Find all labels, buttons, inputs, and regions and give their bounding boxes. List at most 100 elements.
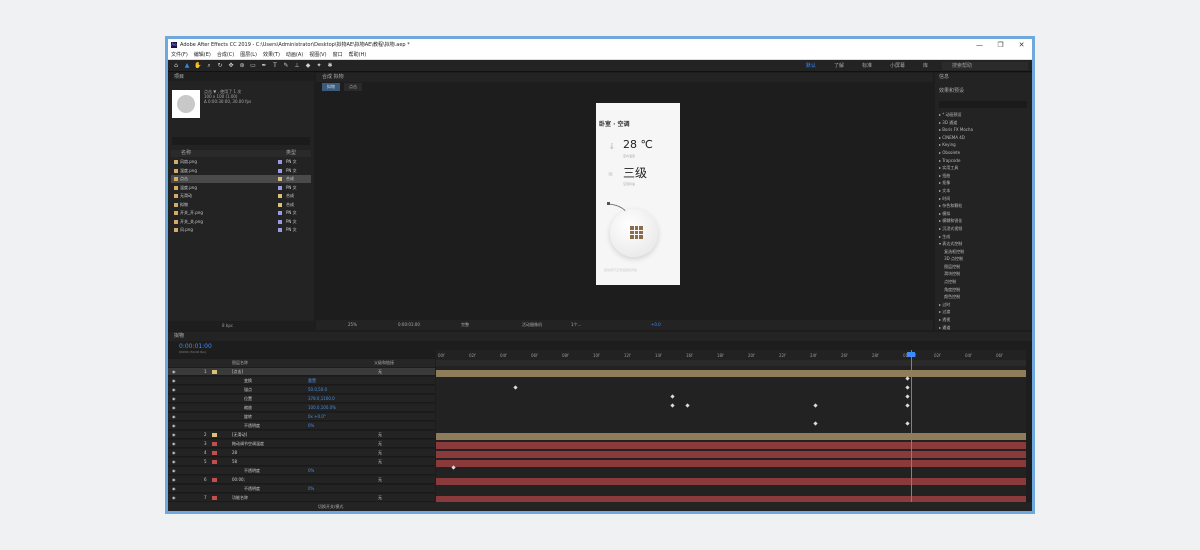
clone-tool-icon[interactable]: ⊥ xyxy=(293,62,301,70)
roto-tool-icon[interactable]: ✦ xyxy=(315,62,323,70)
track-bar[interactable] xyxy=(436,487,1026,494)
effects-list-item[interactable]: ▸ 抠像 xyxy=(939,179,973,187)
time-ruler[interactable]: 00f 02f 04f 06f 08f 10f 12f 14f 16f 18f 20f 22f 24f 2… xyxy=(436,350,1026,360)
layer-name[interactable]: 不透明度 xyxy=(244,485,260,493)
visibility-icon[interactable]: ◉ xyxy=(172,494,176,502)
effects-list-item[interactable]: ▸ 模拟 xyxy=(939,210,973,218)
effects-list-item[interactable]: ▸ * 动画预设 xyxy=(939,111,973,119)
project-item[interactable]: 拟物 合成 xyxy=(171,201,311,209)
layer-value[interactable]: 0% xyxy=(308,467,314,475)
layer-name[interactable]: 不透明度 xyxy=(244,467,260,475)
layer-value[interactable]: 无 xyxy=(378,368,382,376)
layer-label-color[interactable] xyxy=(212,442,217,446)
layer-row[interactable]: ◉ 4 28 无 xyxy=(168,449,435,457)
menu-effect[interactable]: 效果(T) xyxy=(263,51,280,58)
layer-row[interactable]: ◉ 6 00:00; 无 xyxy=(168,476,435,484)
layer-value[interactable]: 0% xyxy=(308,422,314,430)
brush-tool-icon[interactable]: ✎ xyxy=(282,62,290,70)
effects-search-input[interactable] xyxy=(939,101,1027,108)
composition-tab[interactable]: 合成 拟物 xyxy=(316,73,933,82)
menu-layer[interactable]: 图层(L) xyxy=(240,51,257,58)
col-layer-name[interactable]: 图层名称 xyxy=(232,359,248,367)
track-bar[interactable] xyxy=(436,433,1026,440)
resolution-select[interactable]: 完整 xyxy=(461,320,469,330)
home-icon[interactable]: ⌂ xyxy=(172,62,180,70)
label-color[interactable] xyxy=(278,219,282,224)
layer-name[interactable]: 拖动调节空调温度 xyxy=(232,440,264,448)
track-bar[interactable] xyxy=(436,469,1026,476)
property-row[interactable]: ◉ 旋转 0x +0.0° xyxy=(168,413,435,421)
col-type[interactable]: 类型 xyxy=(286,150,296,157)
effects-list-item[interactable]: ▾ 表达式控制 xyxy=(939,240,973,248)
eraser-tool-icon[interactable]: ◆ xyxy=(304,62,312,70)
layer-value[interactable]: 无 xyxy=(378,431,382,439)
property-row[interactable]: ◉ 位置 378.0,1160.0 xyxy=(168,395,435,403)
subtab-click[interactable]: 点击 xyxy=(344,83,362,91)
zoom-tool-icon[interactable]: ⌕ xyxy=(205,62,213,70)
visibility-icon[interactable]: ◉ xyxy=(172,404,176,412)
label-color[interactable] xyxy=(278,168,282,173)
layer-name[interactable]: 00:00; xyxy=(232,476,245,484)
project-item[interactable]: 温度.png PN 文 xyxy=(171,184,311,192)
effects-list-item[interactable]: ▸ 沉浸式视频 xyxy=(939,225,973,233)
workspace-libraries[interactable]: 库 xyxy=(914,60,937,72)
workspace-standard[interactable]: 标准 xyxy=(853,60,881,72)
layer-value[interactable]: 0% xyxy=(308,485,314,493)
track-bar[interactable] xyxy=(436,424,1026,431)
layer-name[interactable]: 变换 xyxy=(244,377,252,385)
effects-list-item[interactable]: ▸ 时间 xyxy=(939,195,973,203)
effects-list-item[interactable]: ▸ 生成 xyxy=(939,233,973,241)
visibility-icon[interactable]: ◉ xyxy=(172,485,176,493)
layer-value[interactable]: 无 xyxy=(378,458,382,466)
effects-list-item[interactable]: 颜色控制 xyxy=(939,293,973,301)
track-bar[interactable] xyxy=(436,388,1026,395)
pan-behind-tool-icon[interactable]: ⊛ xyxy=(238,62,246,70)
layer-name[interactable]: 不透明度 xyxy=(244,422,260,430)
effects-list-item[interactable]: ▸ 通道 xyxy=(939,324,973,332)
layer-value[interactable]: 378.0,1160.0 xyxy=(308,395,335,403)
project-item[interactable]: 开关_关.png PN 文 xyxy=(171,218,311,226)
project-tab[interactable]: 项目 xyxy=(168,73,314,81)
effects-list-item[interactable]: ▸ 扭曲 xyxy=(939,172,973,180)
menu-file[interactable]: 文件(F) xyxy=(171,51,188,58)
views-select[interactable]: 1个... xyxy=(571,320,581,330)
layer-value[interactable]: 100.0,100.0% xyxy=(308,404,336,412)
track-bar[interactable] xyxy=(436,379,1026,386)
layer-label-color[interactable] xyxy=(212,460,217,464)
project-item[interactable]: 无滑动 合成 xyxy=(171,192,311,200)
selection-tool-icon[interactable]: ▲ xyxy=(183,62,191,70)
track-bar[interactable] xyxy=(436,406,1026,413)
timeline-timecode[interactable]: 0:00:01:00 xyxy=(179,343,212,350)
layer-value[interactable]: 无 xyxy=(378,494,382,502)
label-color[interactable] xyxy=(278,194,282,198)
col-name[interactable]: 名称 xyxy=(181,150,191,157)
pen-tool-icon[interactable]: ✒ xyxy=(260,62,268,70)
camera-select[interactable]: 活动摄像机 xyxy=(522,320,542,330)
property-row[interactable]: ◉ 缩放 100.0,100.0% xyxy=(168,404,435,412)
layer-label-color[interactable] xyxy=(212,496,217,500)
effects-list-item[interactable]: ▸ 实用工具 xyxy=(939,164,973,172)
menu-view[interactable]: 视图(V) xyxy=(309,51,326,58)
menu-edit[interactable]: 编辑(E) xyxy=(194,51,211,58)
layer-value[interactable]: 重置 xyxy=(308,377,316,385)
layer-row[interactable]: ◉ 1 [点击] 无 xyxy=(168,368,435,376)
layer-name[interactable]: 28 xyxy=(232,449,237,457)
track-bar[interactable] xyxy=(436,460,1026,467)
label-color[interactable] xyxy=(278,185,282,190)
visibility-icon[interactable]: ◉ xyxy=(172,413,176,421)
visibility-icon[interactable]: ◉ xyxy=(172,422,176,430)
visibility-icon[interactable]: ◉ xyxy=(172,377,176,385)
hand-tool-icon[interactable]: ✋ xyxy=(194,62,202,70)
effects-tab[interactable]: 效果和预设 xyxy=(935,87,1032,96)
subtab-main[interactable]: 拟物 xyxy=(322,83,340,91)
visibility-icon[interactable]: ◉ xyxy=(172,368,176,376)
layer-name[interactable]: 位置 xyxy=(244,395,252,403)
layer-row[interactable]: ◉ 5 58 无 xyxy=(168,458,435,466)
visibility-icon[interactable]: ◉ xyxy=(172,440,176,448)
track-bar[interactable] xyxy=(436,451,1026,458)
effects-list-item[interactable]: ▸ Obsolete xyxy=(939,149,973,157)
visibility-icon[interactable]: ◉ xyxy=(172,395,176,403)
effects-list-item[interactable]: 复选框控制 xyxy=(939,248,973,256)
effects-list-item[interactable]: ▸ 过时 xyxy=(939,301,973,309)
info-tab[interactable]: 信息 xyxy=(935,73,1032,82)
